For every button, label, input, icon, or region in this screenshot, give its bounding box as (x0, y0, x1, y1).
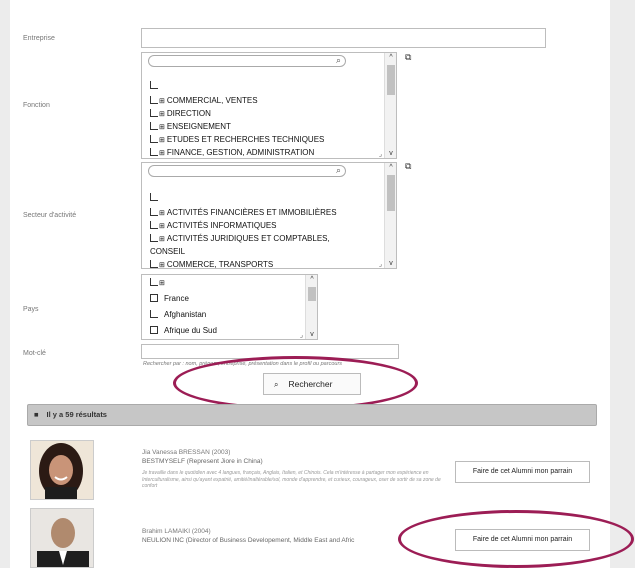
fonction-scrollbar[interactable]: ^ v (384, 53, 396, 158)
avatar[interactable] (30, 508, 94, 568)
expand-icon: ⊞ (159, 111, 165, 118)
expand-icon: ⊞ (159, 262, 165, 269)
pays-multiselect[interactable]: ⊞ France Afghanistan Afrique du Sud ^ v … (141, 274, 318, 340)
parrain-button[interactable]: Faire de cet Alumni mon parrain (455, 461, 590, 483)
pays-option-all[interactable]: ⊞ (150, 278, 167, 287)
scroll-up-icon: ^ (389, 164, 393, 171)
secteur-label: Secteur d'activité (23, 212, 77, 219)
result-job: BESTMYSELF (Represent Jiore in China) (142, 458, 263, 465)
resize-grip-icon: ⌟ (299, 332, 303, 339)
scroll-thumb (387, 65, 395, 95)
secteur-option[interactable]: ⊞ ACTIVITÉS FINANCIÈRES ET IMMOBILIÈRES (150, 208, 337, 217)
secteur-option[interactable]: ⊞ ACTIVITÉS INFORMATIQUES (150, 221, 277, 230)
scroll-down-icon: v (389, 260, 393, 267)
secteur-multiselect[interactable]: ⌕ ⊞ ACTIVITÉS FINANCIÈRES ET IMMOBILIÈRES… (141, 162, 397, 269)
empty-option[interactable] (150, 81, 159, 90)
result-job: NEULION INC (Director of Business Develo… (142, 537, 355, 544)
results-count-bar: ■ Il y a 59 résultats (27, 404, 597, 426)
fonction-option[interactable]: ⊞ COMMERCIAL, VENTES (150, 96, 258, 105)
result-name[interactable]: Jia Vanessa BRESSAN (2003) (142, 449, 230, 456)
result-description: Je travaille dans le quotidien avec 4 la… (142, 470, 441, 489)
secteur-option-continued: CONSEIL (150, 247, 186, 256)
resize-grip-icon: ⌟ (378, 151, 382, 158)
search-icon: ⌕ (335, 165, 341, 175)
secteur-search-input[interactable]: ⌕ (148, 165, 346, 177)
empty-option[interactable] (150, 193, 159, 202)
secteur-scrollbar[interactable]: ^ v (384, 163, 396, 268)
avatar[interactable] (30, 440, 94, 500)
pays-option[interactable]: France (150, 294, 189, 303)
motcle-label: Mot-clé (23, 350, 46, 357)
expand-icon: ⊞ (159, 210, 165, 217)
fonction-search-input[interactable]: ⌕ (148, 55, 346, 67)
secteur-option[interactable]: ⊞ ACTIVITÉS JURIDIQUES ET COMPTABLES, (150, 234, 330, 243)
results-icon: ■ (34, 410, 39, 419)
expand-icon: ⊞ (159, 124, 165, 131)
scroll-thumb (308, 287, 316, 301)
fonction-option[interactable]: ⊞ ETUDES ET RECHERCHES TECHNIQUES (150, 135, 324, 144)
fonction-multiselect[interactable]: ⌕ ⊞ COMMERCIAL, VENTES ⊞ DIRECTION ⊞ ENSEIG… (141, 52, 397, 159)
expand-icon: ⊞ (159, 280, 165, 287)
scroll-down-icon: v (389, 150, 393, 157)
scroll-down-icon: v (310, 331, 314, 338)
expand-icon: ⊞ (159, 236, 165, 243)
resize-grip-icon: ⌟ (378, 261, 382, 268)
scroll-up-icon: ^ (389, 54, 393, 61)
copy-icon[interactable]: ⧉ (405, 161, 411, 172)
scroll-thumb (387, 175, 395, 211)
fonction-label: Fonction (23, 102, 50, 109)
scroll-up-icon: ^ (310, 276, 314, 283)
secteur-option[interactable]: ⊞ COMMERCE, TRANSPORTS (150, 260, 273, 269)
pays-scrollbar[interactable]: ^ v (305, 275, 317, 339)
expand-icon: ⊞ (159, 223, 165, 230)
entreprise-label: Entreprise (23, 35, 55, 42)
highlight-ellipse (398, 510, 634, 568)
pays-option[interactable]: Afrique du Sud (150, 326, 217, 335)
expand-icon: ⊞ (159, 150, 165, 157)
pays-label: Pays (23, 306, 39, 313)
entreprise-input[interactable] (141, 28, 546, 48)
highlight-ellipse (173, 356, 418, 410)
fonction-option[interactable]: ⊞ DIRECTION (150, 109, 211, 118)
copy-icon[interactable]: ⧉ (405, 52, 411, 63)
search-icon: ⌕ (335, 55, 341, 65)
expand-icon: ⊞ (159, 137, 165, 144)
fonction-option[interactable]: ⊞ ENSEIGNEMENT (150, 122, 231, 131)
result-name[interactable]: Brahim LAMAIKI (2004) (142, 528, 211, 535)
expand-icon: ⊞ (159, 98, 165, 105)
pays-option[interactable]: Afghanistan (150, 310, 206, 319)
fonction-option[interactable]: ⊞ FINANCE, GESTION, ADMINISTRATION (150, 148, 314, 157)
